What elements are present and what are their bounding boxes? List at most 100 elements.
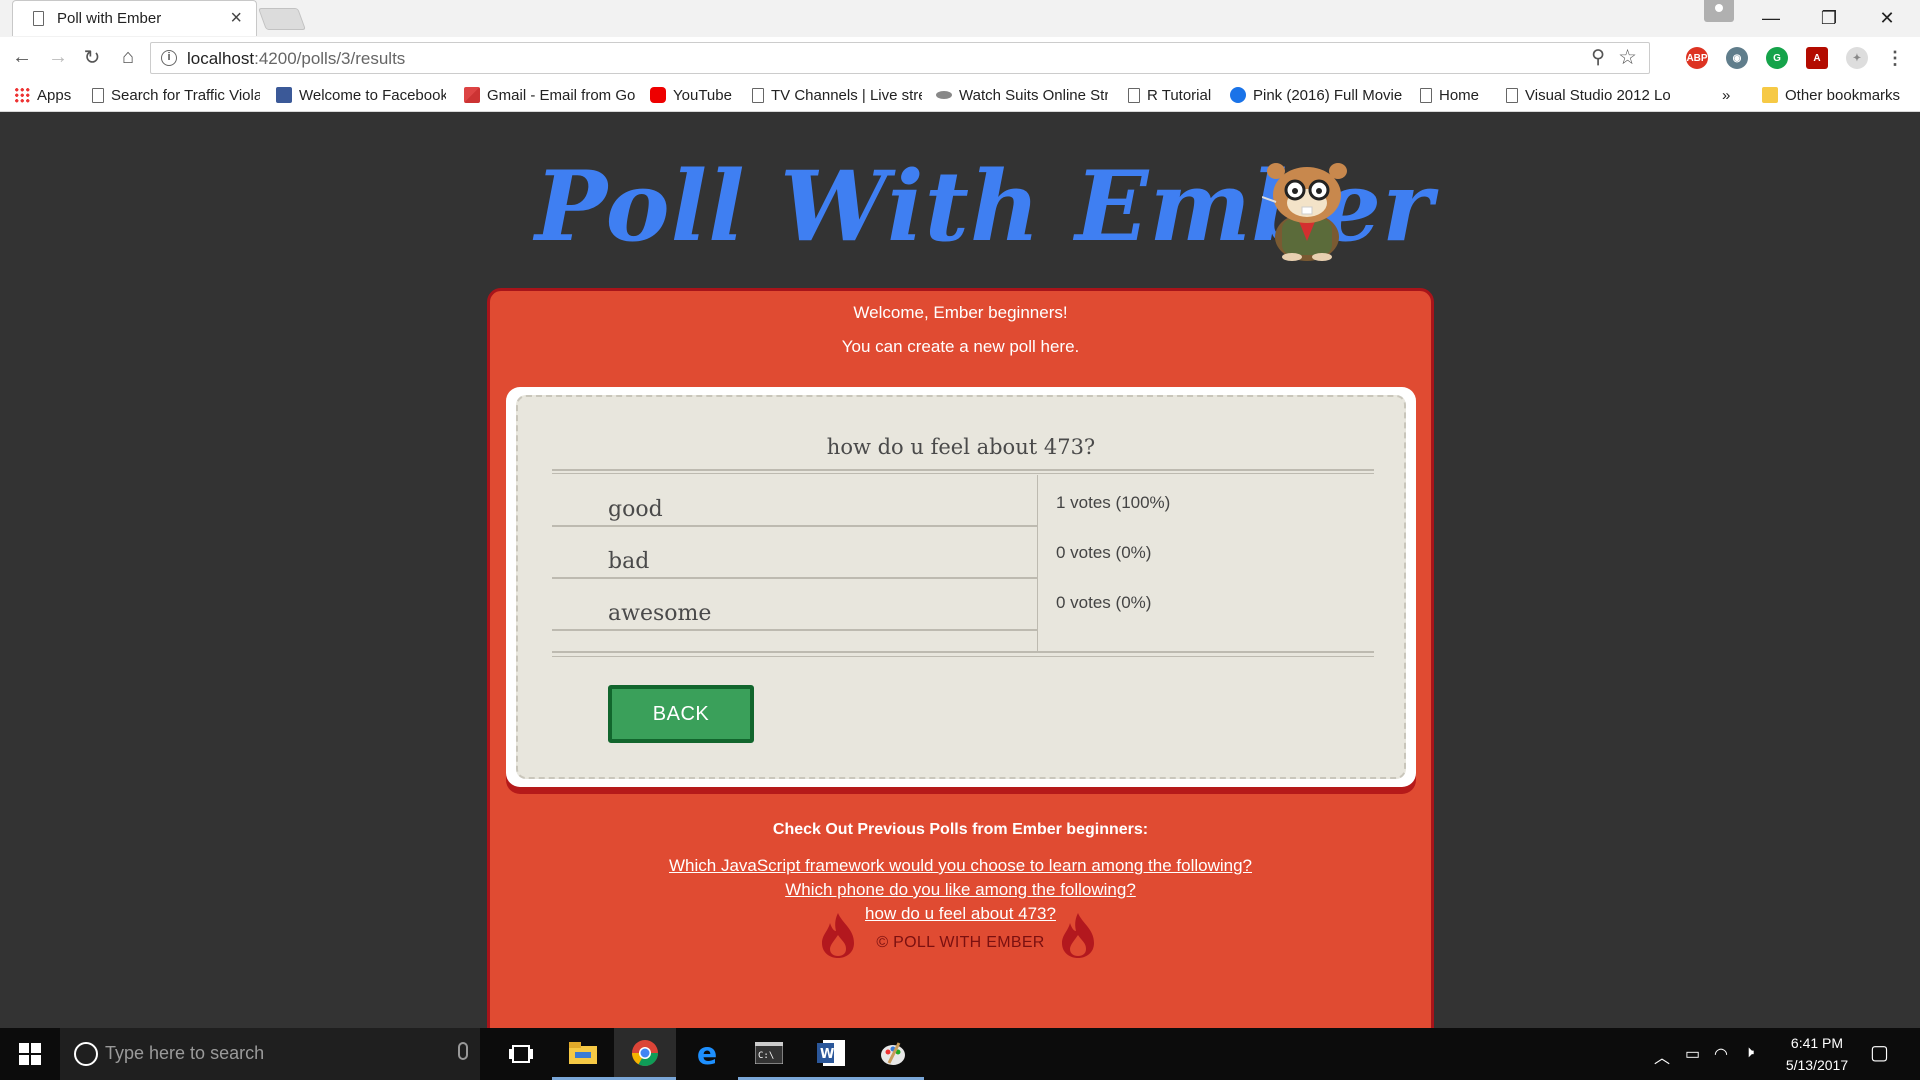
previous-poll-link[interactable]: how do u feel about 473? — [490, 904, 1431, 924]
page-icon — [936, 91, 952, 99]
new-tab-button[interactable] — [257, 8, 307, 30]
chrome-icon[interactable] — [614, 1028, 676, 1080]
file-explorer-icon[interactable] — [552, 1028, 614, 1080]
wifi-icon[interactable]: ◠ — [1714, 1044, 1728, 1064]
url-path: :4200/polls/3/results — [254, 49, 406, 68]
footer-copyright: © POLL WITH EMBER — [876, 934, 1045, 951]
profile-icon[interactable] — [1704, 0, 1734, 22]
restore-button[interactable]: ❐ — [1800, 0, 1858, 36]
bookmark-star-icon[interactable]: ☆ — [1618, 45, 1637, 70]
bookmark-gmail[interactable]: Gmail - Email from Go — [464, 85, 636, 105]
volume-muted-icon[interactable]: 🕨 — [1744, 1044, 1754, 1062]
menu-kebab-icon[interactable]: ⋮ — [1884, 47, 1906, 69]
bookmark-label: Other bookmarks — [1785, 86, 1901, 104]
bookmark-label: Welcome to Facebook — [299, 86, 446, 104]
bookmark-traffic[interactable]: Search for Traffic Viola — [92, 85, 260, 105]
url-text: localhost:4200/polls/3/results — [187, 49, 405, 69]
bookmark-facebook[interactable]: Welcome to Facebook — [276, 85, 446, 105]
option-label: good — [608, 497, 663, 522]
back-button[interactable]: BACK — [608, 685, 754, 743]
close-window-button[interactable]: ✕ — [1858, 0, 1916, 36]
bookmark-label: Watch Suits Online Str — [959, 86, 1108, 104]
option-label: bad — [608, 549, 650, 574]
page-icon — [1420, 87, 1432, 103]
option-result: 1 votes (100%) — [1056, 493, 1171, 512]
divider — [552, 656, 1374, 657]
bookmark-apps[interactable]: Apps — [14, 85, 76, 105]
previous-polls-heading: Check Out Previous Polls from Ember begi… — [772, 821, 1149, 838]
action-center-icon[interactable]: ▢ — [1870, 1040, 1889, 1065]
bookmark-visual-studio[interactable]: Visual Studio 2012 Lo — [1506, 85, 1670, 105]
poll-question: how do u feel about 473? — [826, 435, 1096, 459]
minimize-button[interactable]: — — [1742, 0, 1800, 36]
edge-icon[interactable]: e — [676, 1028, 738, 1080]
url-host: localhost — [187, 49, 255, 68]
address-bar[interactable]: i localhost:4200/polls/3/results ⚲ ☆ — [150, 42, 1650, 74]
adblock-icon[interactable]: ABP — [1686, 47, 1708, 69]
page-icon — [92, 87, 104, 103]
site-info-icon[interactable]: i — [161, 50, 177, 66]
page-icon — [752, 87, 764, 103]
option-label: awesome — [608, 601, 712, 626]
word-icon[interactable]: W — [800, 1028, 862, 1080]
battery-icon[interactable]: ▭ — [1685, 1044, 1700, 1064]
zoom-icon[interactable]: ⚲ — [1591, 46, 1605, 69]
bookmark-label: Home — [1439, 86, 1480, 104]
bookmark-pink[interactable]: Pink (2016) Full Movie — [1230, 85, 1402, 105]
forward-arrow-icon[interactable]: → — [42, 41, 74, 73]
create-poll-link[interactable]: You can create a new poll here. — [490, 337, 1431, 357]
acrobat-icon[interactable]: A — [1806, 47, 1828, 69]
system-clock[interactable]: 6:41 PM 5/13/2017 — [1772, 1032, 1862, 1076]
reload-icon[interactable]: ↻ — [76, 41, 108, 73]
grammarly-icon[interactable]: G — [1766, 47, 1788, 69]
poll-results-frame: how do u feel about 473? good 1 votes (1… — [516, 395, 1406, 779]
clock-time: 6:41 PM — [1790, 1035, 1844, 1051]
facebook-icon — [276, 87, 292, 103]
bookmark-label: TV Channels | Live stre — [771, 86, 922, 104]
gmail-icon — [464, 87, 480, 103]
bookmark-youtube[interactable]: YouTube — [650, 85, 750, 105]
search-placeholder: Type here to search — [105, 1043, 265, 1063]
windows-logo-icon — [19, 1043, 41, 1065]
option-result: 0 votes (0%) — [1056, 593, 1152, 612]
microphone-icon[interactable] — [458, 1042, 468, 1060]
bookmarks-bar: Apps Search for Traffic Viola Welcome to… — [0, 79, 1920, 112]
previous-poll-link[interactable]: Which phone do you like among the follow… — [490, 880, 1431, 900]
browser-toolbar: ← → ↻ ⌂ i localhost:4200/polls/3/results… — [0, 37, 1920, 79]
tab-close-icon[interactable]: × — [230, 7, 242, 30]
bookmark-suits[interactable]: Watch Suits Online Str — [936, 85, 1108, 105]
show-hidden-icons[interactable]: ︿ — [1654, 1044, 1670, 1068]
page-icon — [1506, 87, 1518, 103]
bookmark-label: R Tutorial — [1147, 86, 1212, 104]
clock-date: 5/13/2017 — [1785, 1057, 1849, 1073]
bookmark-r-tutorial[interactable]: R Tutorial — [1128, 85, 1228, 105]
ember-flame-icon — [1062, 913, 1094, 958]
paint-icon[interactable] — [862, 1028, 924, 1080]
page-content: Poll With Ember Welcome, Ember beginners… — [0, 112, 1920, 1080]
command-prompt-icon[interactable]: C:\ — [738, 1028, 800, 1080]
option-row: good — [552, 475, 1038, 527]
poll-results-panel: how do u feel about 473? good 1 votes (1… — [506, 387, 1416, 787]
bookmarks-overflow-button[interactable]: » — [1722, 85, 1738, 105]
previous-poll-link[interactable]: Which JavaScript framework would you cho… — [490, 856, 1431, 876]
option-row: awesome — [552, 579, 1038, 631]
other-bookmarks[interactable]: Other bookmarks — [1762, 85, 1912, 105]
tomster-mascot-icon — [1262, 163, 1347, 261]
page-icon — [1128, 87, 1140, 103]
browser-tab[interactable]: Poll with Ember × — [12, 0, 257, 36]
eye-extension-icon[interactable]: ◉ — [1726, 47, 1748, 69]
bookmark-label: Search for Traffic Viola — [111, 86, 260, 104]
bookmark-home[interactable]: Home — [1420, 85, 1502, 105]
taskbar-search[interactable]: Type here to search — [60, 1028, 480, 1080]
task-view-icon[interactable] — [490, 1028, 552, 1080]
bookmark-tv-channels[interactable]: TV Channels | Live stre — [752, 85, 922, 105]
option-result: 0 votes (0%) — [1056, 543, 1152, 562]
start-button[interactable] — [0, 1028, 60, 1080]
back-arrow-icon[interactable]: ← — [6, 41, 38, 73]
extension-icon[interactable]: ✦ — [1846, 47, 1868, 69]
home-icon[interactable]: ⌂ — [112, 41, 144, 73]
windows-taskbar: Type here to search e C:\ W ︿ ▭ ◠ 🕨 6:41… — [0, 1028, 1920, 1080]
bookmark-label: Apps — [37, 86, 72, 104]
option-row: bad — [552, 527, 1038, 579]
play-icon — [1230, 87, 1246, 103]
